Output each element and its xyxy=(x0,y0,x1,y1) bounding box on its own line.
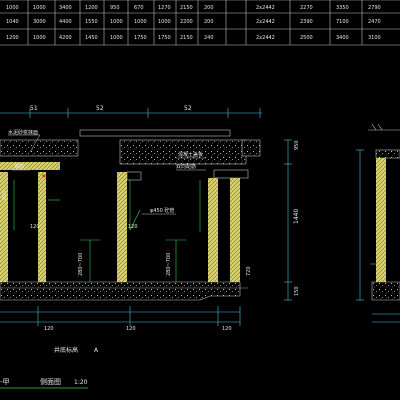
cover-slab-left xyxy=(0,139,79,157)
table-cell: 1000 xyxy=(33,5,46,11)
pipe-inlet xyxy=(213,169,249,179)
table-cell: 1000 xyxy=(158,19,171,25)
caption-sublabel: A xyxy=(94,347,99,354)
table-row-1: 1000 1000 3400 1200 950 670 1270 2150 20… xyxy=(6,5,381,11)
dimension-label: 52 xyxy=(96,105,104,112)
caption-label: 井底标高 xyxy=(54,346,78,354)
drawing-canvas: 1000 1000 3400 1200 950 670 1270 2150 20… xyxy=(0,0,400,389)
dimension-label: 280~700 xyxy=(166,253,172,276)
dimension-label: 51 xyxy=(30,105,38,112)
caption-area: 井底标高 A -甲 侧面图 1:20 xyxy=(0,346,99,389)
wall xyxy=(230,178,240,282)
table-cell: 1750 xyxy=(158,35,171,41)
foundation-base xyxy=(0,281,241,301)
callout-label: 水泥砂浆抹面 xyxy=(8,129,38,136)
table-cell: 950 xyxy=(110,5,120,11)
table-cell: 2200 xyxy=(180,19,193,25)
table-cell: 2470 xyxy=(368,19,381,25)
table-cell: 1000 xyxy=(134,19,147,25)
dimension-label: 950 xyxy=(294,140,300,150)
table-cell: 2x2442 xyxy=(256,19,275,25)
top-beam xyxy=(79,129,231,137)
main-section xyxy=(0,129,292,326)
wall xyxy=(208,178,218,282)
table-cell: 1750 xyxy=(134,35,147,41)
table-cell: 240 xyxy=(204,35,214,41)
table-cell: 2x2442 xyxy=(256,5,275,11)
wall xyxy=(117,172,127,282)
table-cell: 2270 xyxy=(300,5,313,11)
dimension-label: 120 xyxy=(44,326,54,332)
drawing-scale: 1:20 xyxy=(74,379,88,386)
drawing-title-prefix: -甲 xyxy=(0,378,10,386)
table-cell: 3100 xyxy=(368,35,381,41)
table-cell: 3400 xyxy=(336,35,349,41)
table-row-3: 1200 1000 4200 1450 1000 1750 1750 2150 … xyxy=(6,35,381,41)
table-cell: 3400 xyxy=(59,5,72,11)
dimension-label: 720 xyxy=(246,266,252,276)
table-cell: 1200 xyxy=(6,35,19,41)
top-dimension-line xyxy=(0,108,262,118)
dimension-label: 120 xyxy=(126,326,136,332)
dimension-label: 120 xyxy=(128,224,138,230)
table-cell: 670 xyxy=(134,5,144,11)
dimension-label: 120 xyxy=(30,224,40,230)
side-section xyxy=(356,123,400,323)
table-cell: 1000 xyxy=(6,5,19,11)
table-cell: 4200 xyxy=(59,35,72,41)
table-row-2: 1040 3000 4400 1550 1000 1000 1000 2200 … xyxy=(6,19,381,25)
table-cell: 1200 xyxy=(85,5,98,11)
table-cell: 3350 xyxy=(336,5,349,11)
marker-dot xyxy=(42,174,46,178)
dimension-label: 150 xyxy=(294,286,300,296)
dimension-label: 52 xyxy=(184,105,192,112)
table-cell: 2150 xyxy=(180,35,193,41)
table-cell: 200 xyxy=(204,5,214,11)
table-cell: 2790 xyxy=(368,5,381,11)
dimension-label: 120 xyxy=(222,326,232,332)
table-cell: 3000 xyxy=(33,19,46,25)
table-cell: 1040 xyxy=(6,19,19,25)
dimension-label: 1440 xyxy=(293,209,300,224)
callout-label: 混凝土盖板 xyxy=(178,151,203,158)
table-cell: 1000 xyxy=(110,35,123,41)
table-cell: 200 xyxy=(204,19,214,25)
side-wall xyxy=(376,158,386,282)
side-cover xyxy=(375,149,400,159)
wall-cap xyxy=(0,162,60,170)
callout-label: φ450 砼管 xyxy=(150,207,174,214)
table-cell: 4400 xyxy=(59,19,72,25)
wall xyxy=(0,172,8,282)
table-cell: 2x2442 xyxy=(256,35,275,41)
callout-label: 双向配筋 xyxy=(176,163,196,170)
dimension-label: 280~700 xyxy=(78,253,84,276)
side-base xyxy=(371,281,400,301)
table-cell: 1000 xyxy=(33,35,46,41)
table-cell: 1550 xyxy=(85,19,98,25)
drawing-title: 侧面图 xyxy=(40,377,61,386)
table-cell: 2500 xyxy=(300,35,313,41)
table-cell: 1450 xyxy=(85,35,98,41)
pipe-outlet xyxy=(126,171,142,181)
callout-label: 钢筋 xyxy=(14,163,24,170)
table-cell: 2390 xyxy=(300,19,313,25)
table-cell: 7100 xyxy=(336,19,349,25)
table-cell: 2150 xyxy=(180,5,193,11)
table-cell: 1270 xyxy=(158,5,171,11)
table-cell: 1000 xyxy=(110,19,123,25)
cover-slab-right xyxy=(241,139,261,157)
dimension-label: 600 xyxy=(2,190,8,200)
